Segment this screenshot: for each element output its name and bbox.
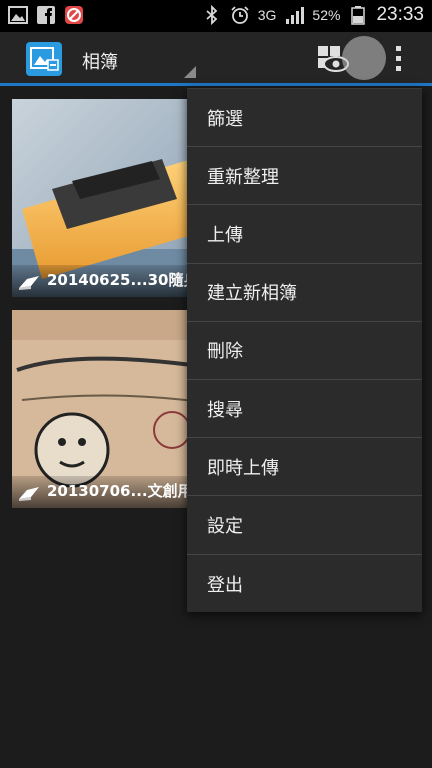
touch-highlight	[342, 36, 386, 80]
battery-icon	[351, 6, 366, 25]
screen: 3G 52% 23:33 相簿 20140625...30隨身 20130706…	[0, 0, 432, 768]
menu-item-instant-upload[interactable]: 即時上傳	[187, 438, 422, 497]
clock: 23:33	[376, 4, 424, 25]
system-status: 3G 52% 23:33	[202, 4, 424, 26]
menu-item-upload[interactable]: 上傳	[187, 205, 422, 264]
facebook-icon	[37, 6, 55, 24]
battery-percent: 52%	[312, 7, 341, 23]
album-label: 20140625...30隨身	[47, 271, 199, 289]
notification-icons	[8, 5, 84, 25]
menu-item-settings[interactable]: 設定	[187, 496, 422, 555]
title-dropdown-caret-icon[interactable]	[184, 66, 196, 78]
alarm-icon	[231, 6, 249, 24]
album-book-icon	[19, 487, 39, 501]
action-bar-accent-line	[0, 83, 432, 86]
album-book-icon	[19, 276, 39, 290]
status-bar: 3G 52% 23:33	[0, 0, 432, 32]
bluetooth-icon	[206, 5, 218, 25]
menu-item-delete[interactable]: 刪除	[187, 322, 422, 380]
network-type: 3G	[257, 7, 277, 23]
signal-icon	[286, 7, 305, 24]
menu-item-create-album[interactable]: 建立新相簿	[187, 264, 422, 322]
page-title[interactable]: 相簿	[82, 48, 118, 74]
album-tile[interactable]: 20130706...文創用	[12, 310, 212, 508]
photo-album-icon	[30, 47, 59, 71]
album-tile[interactable]: 20140625...30隨身	[12, 99, 212, 297]
album-label: 20130706...文創用	[47, 482, 193, 500]
menu-item-refresh[interactable]: 重新整理	[187, 147, 422, 206]
menu-item-filter[interactable]: 篩選	[187, 89, 422, 148]
app-logo-icon[interactable]	[26, 42, 62, 76]
overflow-menu-icon[interactable]	[393, 44, 405, 74]
app-badge-icon	[65, 6, 83, 24]
gallery-icon	[8, 6, 28, 24]
menu-item-logout[interactable]: 登出	[187, 555, 422, 613]
overflow-menu: 篩選 重新整理 上傳 建立新相簿 刪除 搜尋 即時上傳 設定 登出	[187, 88, 422, 612]
menu-item-search[interactable]: 搜尋	[187, 380, 422, 439]
